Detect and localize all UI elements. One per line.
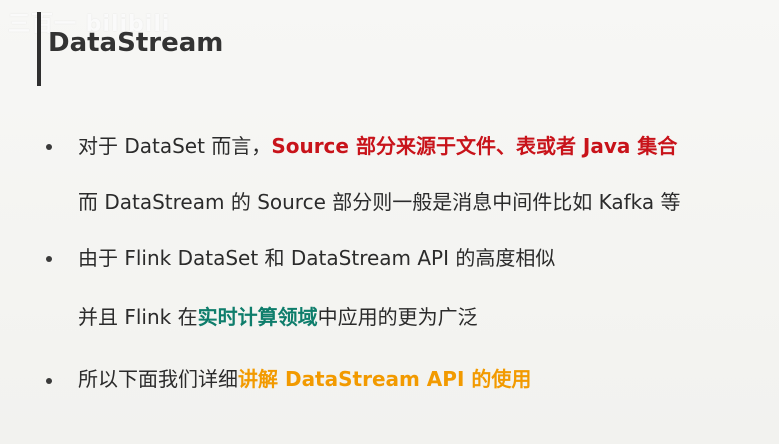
title-accent-bar xyxy=(37,12,41,86)
bullet-dot-3 xyxy=(46,378,52,384)
bullet-2-line-2-highlight: 实时计算领域 xyxy=(197,305,318,329)
bullet-3-line-1: 所以下面我们详细讲解 DataStream API 的使用 xyxy=(78,367,531,391)
bullet-1-line-1: 对于 DataSet 而言，Source 部分来源于文件、表或者 Java 集合 xyxy=(78,134,677,158)
bullet-2-line-1: 由于 Flink DataSet 和 DataStream API 的高度相似 xyxy=(78,246,555,270)
bullet-2-line-2-suffix: 中应用的更为广泛 xyxy=(317,305,478,329)
bullet-dot-1 xyxy=(46,144,52,150)
bullet-1-line-1-prefix: 对于 DataSet 而言， xyxy=(78,134,272,158)
bullet-1-line-2: 而 DataStream 的 Source 部分则一般是消息中间件比如 Kafk… xyxy=(78,190,681,214)
bullet-1-line-2-text: 而 DataStream 的 Source 部分则一般是消息中间件比如 Kafk… xyxy=(78,190,681,214)
bullet-list: 对于 DataSet 而言，Source 部分来源于文件、表或者 Java 集合… xyxy=(0,0,779,444)
bullet-2-line-2: 并且 Flink 在实时计算领域中应用的更为广泛 xyxy=(78,305,478,329)
slide-title: DataStream xyxy=(48,28,224,58)
bullet-1-line-1-highlight: Source 部分来源于文件、表或者 Java 集合 xyxy=(271,134,678,158)
bullet-dot-2 xyxy=(46,256,52,262)
slide: 三百一 bilibili DataStream 对于 DataSet 而言，So… xyxy=(0,0,779,444)
bullet-3-line-1-prefix: 所以下面我们详细 xyxy=(78,367,238,391)
bullet-3-line-1-highlight: 讲解 DataStream API 的使用 xyxy=(238,367,532,391)
bullet-2-line-2-prefix: 并且 Flink 在 xyxy=(78,305,198,329)
bullet-2-line-1-text: 由于 Flink DataSet 和 DataStream API 的高度相似 xyxy=(78,246,556,270)
